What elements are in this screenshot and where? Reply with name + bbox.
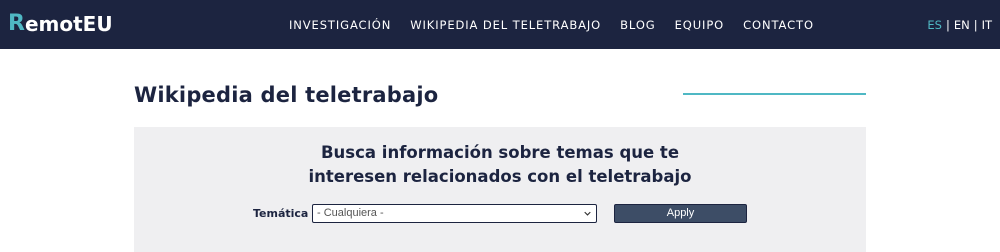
title-divider (683, 93, 866, 95)
logo-mark: R (8, 11, 25, 36)
nav-link-contacto[interactable]: CONTACTO (743, 18, 814, 32)
nav-link-equipo[interactable]: EQUIPO (675, 18, 725, 32)
logo-text: emotEU (24, 12, 113, 36)
main-nav: INVESTIGACIÓN WIKIPEDIA DEL TELETRABAJO … (289, 0, 833, 49)
lang-es[interactable]: ES (927, 18, 942, 32)
lang-separator: | (973, 17, 978, 32)
remoteu-logo[interactable]: RemotEU (8, 11, 113, 37)
lang-en[interactable]: EN (954, 18, 970, 32)
search-heading-line-2: interesen relacionados con el teletrabaj… (308, 167, 692, 186)
nav-link-investigacion[interactable]: INVESTIGACIÓN (289, 18, 391, 32)
language-switcher: ES | EN | IT (927, 0, 992, 49)
lang-separator: | (945, 17, 950, 32)
search-heading-line-1: Busca información sobre temas que te (320, 143, 680, 162)
nav-link-blog[interactable]: BLOG (620, 18, 655, 32)
apply-button[interactable]: Apply (614, 204, 747, 223)
top-navigation-bar: RemotEU INVESTIGACIÓN WIKIPEDIA DEL TELE… (0, 0, 1000, 49)
search-heading: Busca información sobre temas que te int… (134, 141, 866, 189)
nav-link-wikipedia[interactable]: WIKIPEDIA DEL TELETRABAJO (410, 18, 601, 32)
page-title: Wikipedia del teletrabajo (134, 83, 439, 107)
tematica-select-value: - Cualquiera - (317, 207, 384, 219)
lang-it[interactable]: IT (982, 18, 992, 32)
chevron-down-icon (584, 211, 591, 216)
tematica-label: Temática (253, 207, 309, 220)
tematica-select[interactable]: - Cualquiera - (312, 204, 597, 223)
search-panel: Busca información sobre temas que te int… (134, 127, 866, 252)
